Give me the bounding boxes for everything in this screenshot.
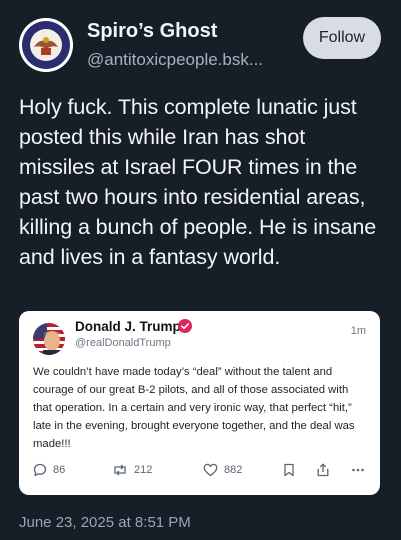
quoted-post-card[interactable]: Donald J. Trump @realDonaldTrump 1m We c… bbox=[19, 311, 380, 495]
follow-button[interactable]: Follow bbox=[303, 17, 381, 59]
quoted-post-actions: 86 212 882 bbox=[33, 463, 368, 483]
share-action[interactable] bbox=[316, 463, 330, 477]
quoted-author-avatar[interactable] bbox=[33, 323, 65, 355]
post-header: Spiro’s Ghost @antitoxicpeople.bsk... Fo… bbox=[0, 0, 401, 86]
like-count: 882 bbox=[224, 464, 243, 476]
seal-icon bbox=[19, 18, 73, 72]
repost-action[interactable]: 212 bbox=[112, 463, 152, 477]
quoted-author-name[interactable]: Donald J. Trump bbox=[75, 319, 181, 334]
more-options-icon bbox=[352, 468, 364, 472]
author-handle[interactable]: @antitoxicpeople.bsk... bbox=[87, 50, 287, 70]
post-timestamp: June 23, 2025 at 8:51 PM bbox=[19, 514, 191, 531]
like-action[interactable]: 882 bbox=[203, 463, 242, 477]
repost-icon bbox=[114, 464, 126, 476]
repost-count: 212 bbox=[134, 464, 153, 476]
post-text: Holy fuck. This complete lunatic just po… bbox=[19, 95, 377, 269]
more-action[interactable] bbox=[351, 463, 365, 477]
share-icon bbox=[317, 463, 329, 477]
verified-badge-icon bbox=[178, 319, 192, 333]
quoted-post-text: We couldn’t have made today’s “deal” wit… bbox=[33, 366, 355, 450]
heart-icon bbox=[203, 463, 218, 477]
quoted-post-time: 1m bbox=[350, 325, 366, 337]
bookmark-action[interactable] bbox=[283, 463, 295, 477]
avatar-icon bbox=[33, 323, 65, 355]
author-avatar[interactable] bbox=[19, 18, 73, 72]
quoted-author-handle[interactable]: @realDonaldTrump bbox=[75, 337, 171, 349]
reply-icon bbox=[33, 463, 47, 477]
reply-count: 86 bbox=[53, 464, 66, 476]
reply-action[interactable]: 86 bbox=[33, 463, 65, 477]
author-name[interactable]: Spiro’s Ghost bbox=[87, 20, 217, 43]
bookmark-icon bbox=[284, 463, 294, 477]
